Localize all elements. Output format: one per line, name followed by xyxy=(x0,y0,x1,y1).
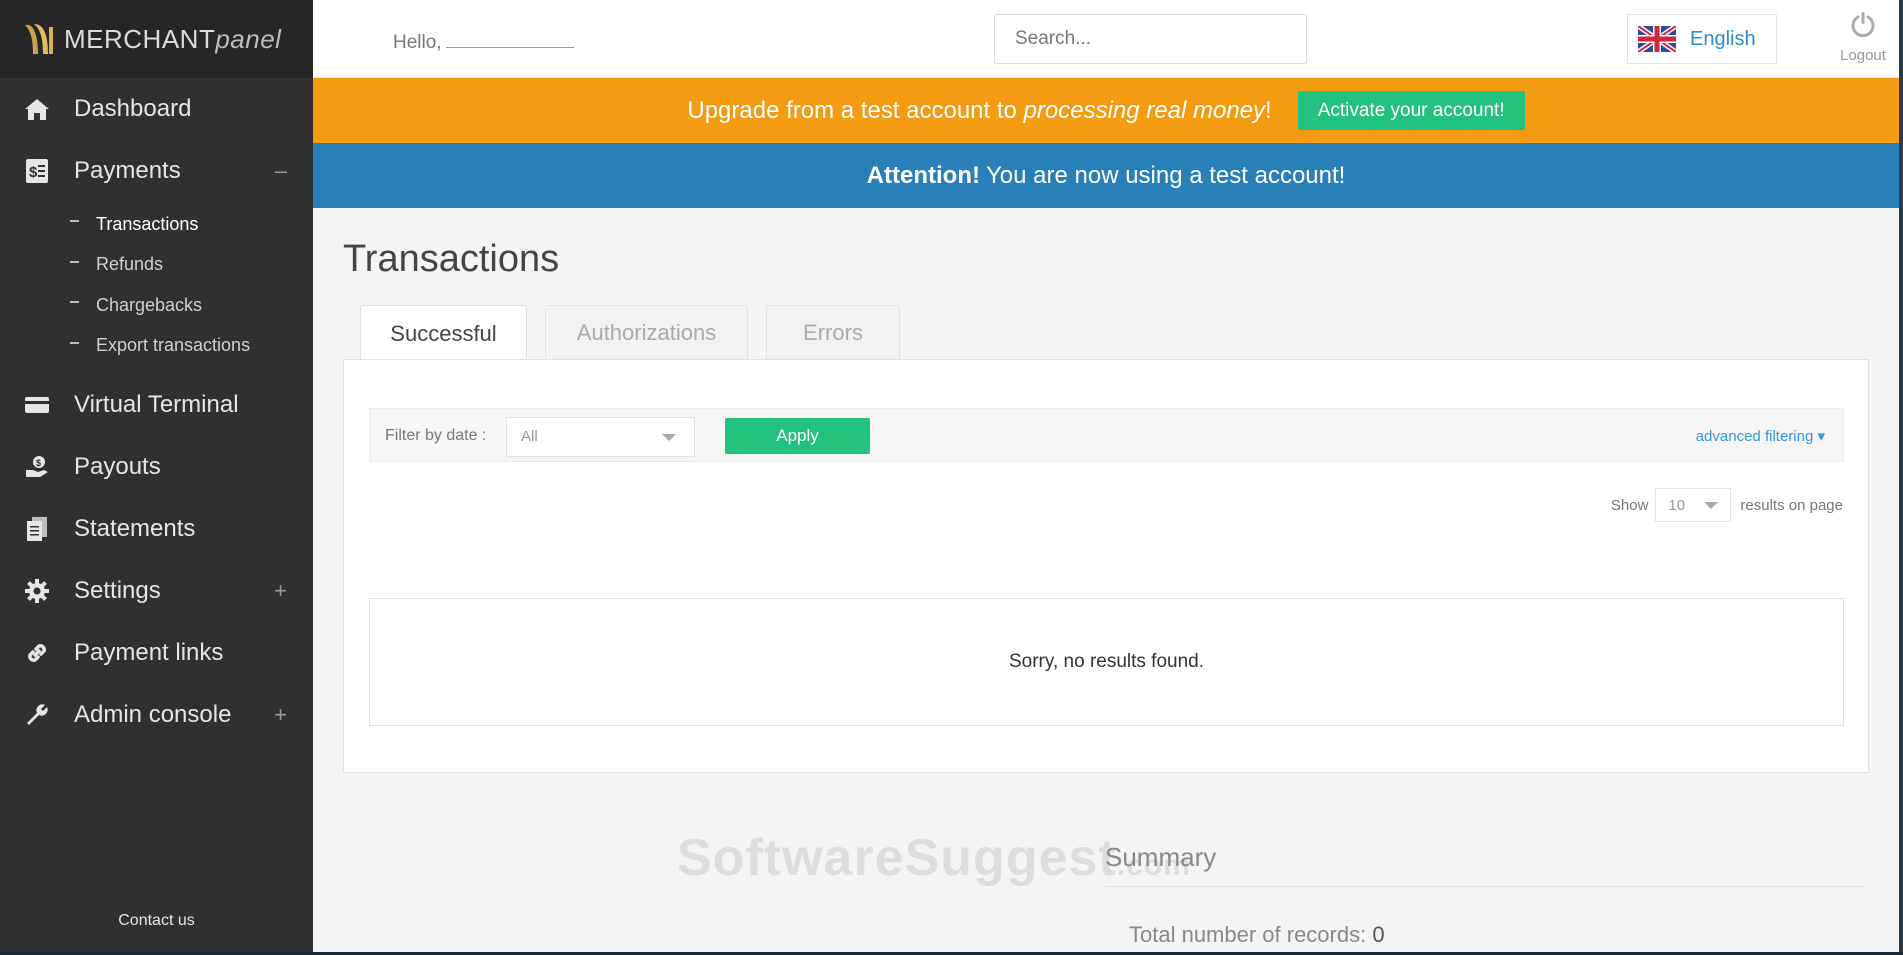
logo-icon xyxy=(25,24,53,54)
sidebar-nav-lower: Virtual Terminal $ Payouts Statements Se… xyxy=(0,374,313,746)
transactions-panel: Filter by date : All Apply advanced filt… xyxy=(343,359,1869,773)
window-edge xyxy=(1899,0,1903,952)
language-selector[interactable]: English xyxy=(1627,14,1777,64)
tab-authorizations[interactable]: Authorizations xyxy=(545,305,748,360)
contact-us-link[interactable]: Contact us xyxy=(0,912,313,930)
svg-text:$: $ xyxy=(29,164,38,181)
tab-errors[interactable]: Errors xyxy=(766,305,900,360)
wrench-icon xyxy=(22,700,52,730)
sidebar-item-payment-links[interactable]: Payment links xyxy=(0,622,313,684)
chevron-down-icon xyxy=(1704,502,1719,509)
invoice-icon: $ xyxy=(22,156,52,186)
summary-title: Summary xyxy=(1105,842,1217,872)
sidebar-subitem-chargebacks[interactable]: Chargebacks xyxy=(0,285,313,326)
sidebar-item-admin-console[interactable]: Admin console + xyxy=(0,684,313,746)
filter-date-label: Filter by date : xyxy=(385,427,487,444)
chevron-down-icon xyxy=(662,434,676,441)
sidebar-item-dashboard[interactable]: Dashboard xyxy=(0,78,313,140)
brand-logo[interactable]: MERCHANTpanel xyxy=(0,0,313,78)
expand-icon[interactable]: + xyxy=(274,702,287,728)
sidebar-item-statements[interactable]: Statements xyxy=(0,498,313,560)
hand-coin-icon: $ xyxy=(22,452,52,482)
documents-icon xyxy=(22,514,52,544)
power-icon xyxy=(1851,12,1875,38)
home-icon xyxy=(22,94,52,124)
credit-card-icon xyxy=(22,390,52,420)
sidebar: MERCHANTpanel Dashboard $ Payments – Tra… xyxy=(0,0,313,952)
payments-submenu: Transactions Refunds Chargebacks Export … xyxy=(0,202,313,374)
sidebar-subitem-transactions[interactable]: Transactions xyxy=(0,204,313,245)
sidebar-subitem-refunds[interactable]: Refunds xyxy=(0,245,313,286)
transaction-tabs: Successful Authorizations Errors xyxy=(360,305,918,361)
upgrade-message: Upgrade from a test account to processin… xyxy=(687,96,1272,124)
brand-name: MERCHANTpanel xyxy=(64,23,282,54)
no-results-message: Sorry, no results found. xyxy=(1008,651,1205,672)
sidebar-subitem-export-transactions[interactable]: Export transactions xyxy=(0,326,313,367)
app-window: MERCHANTpanel Dashboard $ Payments – Tra… xyxy=(0,0,1903,955)
attention-message: You are now using a test account! xyxy=(985,161,1346,189)
test-account-banner: Attention! You are now using a test acco… xyxy=(313,143,1899,208)
activate-account-button[interactable]: Activate your account! xyxy=(1297,91,1525,130)
date-filter-select[interactable]: All xyxy=(506,417,695,457)
advanced-filtering-link[interactable]: advanced filtering ▾ xyxy=(1696,427,1825,445)
apply-button[interactable]: Apply xyxy=(725,418,870,454)
greeting: Hello, xyxy=(393,30,574,54)
tab-successful[interactable]: Successful xyxy=(360,305,527,361)
page-size-control: Show 10 results on page xyxy=(1611,488,1843,522)
upgrade-banner: Upgrade from a test account to processin… xyxy=(313,78,1899,143)
main-content: Transactions Successful Authorizations E… xyxy=(313,208,1899,952)
page-size-select[interactable]: 10 xyxy=(1655,488,1732,522)
results-on-page-label: results on page xyxy=(1740,496,1843,514)
show-label: Show xyxy=(1610,496,1649,514)
divider xyxy=(1105,886,1865,887)
summary-total-records: Total number of records: 0 xyxy=(1129,922,1385,947)
sidebar-item-payouts[interactable]: $ Payouts xyxy=(0,436,313,498)
sidebar-item-payments[interactable]: $ Payments – xyxy=(0,140,313,202)
page-title: Transactions xyxy=(343,238,560,280)
filter-bar: Filter by date : All Apply advanced filt… xyxy=(369,408,1844,462)
sidebar-nav: Dashboard $ Payments – xyxy=(0,78,313,202)
results-table-empty: Sorry, no results found. xyxy=(369,598,1844,726)
search-input[interactable] xyxy=(994,14,1307,64)
svg-text:$: $ xyxy=(36,458,41,468)
collapse-icon[interactable]: – xyxy=(275,158,287,184)
link-icon xyxy=(22,638,52,668)
sidebar-item-settings[interactable]: Settings + xyxy=(0,560,313,622)
logout-button[interactable]: Logout xyxy=(1833,10,1893,64)
topbar: Hello, English Logout xyxy=(313,0,1903,78)
gear-icon xyxy=(22,576,52,606)
sidebar-item-virtual-terminal[interactable]: Virtual Terminal xyxy=(0,374,313,436)
username-placeholder xyxy=(445,30,574,48)
expand-icon[interactable]: + xyxy=(274,578,287,604)
uk-flag-icon xyxy=(1638,26,1676,52)
attention-label: Attention! xyxy=(866,161,980,189)
